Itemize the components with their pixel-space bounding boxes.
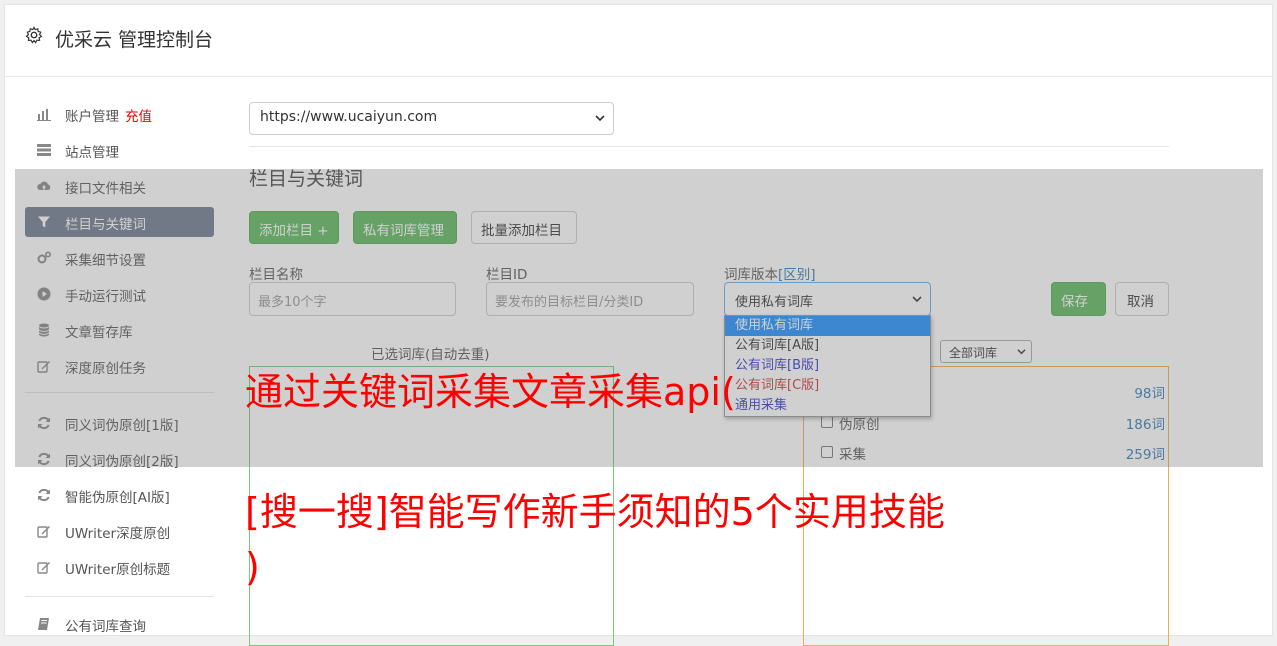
gray-overlay [15, 169, 1263, 467]
chevron-down-icon [595, 115, 605, 122]
sidebar-item-label: 站点管理 [65, 145, 119, 161]
sidebar-item-label: UWriter原创标题 [65, 562, 171, 578]
page-title: 优采云 管理控制台 [55, 29, 214, 51]
book-icon [38, 618, 49, 630]
sidebar-item-label: 智能伪原创[AI版] [65, 490, 170, 506]
sidebar-item-sites[interactable]: 站点管理 [25, 135, 214, 165]
sidebar-item-label: 公有词库查询 [65, 619, 146, 635]
sidebar-item-uwriter-deep[interactable]: UWriter深度原创 [25, 516, 214, 546]
overlay-headline-1: 通过关键词采集文章采集api( [245, 370, 736, 414]
edit-icon [37, 526, 50, 538]
recharge-link[interactable]: 充值 [125, 109, 152, 125]
sidebar-item-label: 账户管理 [65, 109, 119, 125]
divider [249, 146, 1169, 147]
site-select-value: https://www.ucaiyun.com [260, 109, 438, 125]
sidebar-divider [25, 596, 214, 597]
gear-icon [25, 26, 43, 44]
sidebar-item-account[interactable]: 账户管理 充值 [25, 99, 214, 129]
sidebar-item-public-lib[interactable]: 公有词库查询 [25, 609, 214, 639]
server-icon [37, 144, 51, 156]
bar-chart-icon [37, 109, 51, 121]
header: 优采云 管理控制台 [5, 5, 1274, 77]
refresh-icon [38, 488, 50, 502]
sidebar-item-ai-rewrite[interactable]: 智能伪原创[AI版] [25, 480, 214, 510]
site-select[interactable]: https://www.ucaiyun.com [249, 102, 614, 135]
edit-icon [37, 562, 50, 574]
overlay-headline-3: ) [245, 545, 260, 589]
sidebar-item-label: UWriter深度原创 [65, 526, 171, 542]
overlay-headline-2: [搜一搜]智能写作新手须知的5个实用技能 [245, 490, 945, 534]
sidebar-item-uwriter-title[interactable]: UWriter原创标题 [25, 552, 214, 582]
